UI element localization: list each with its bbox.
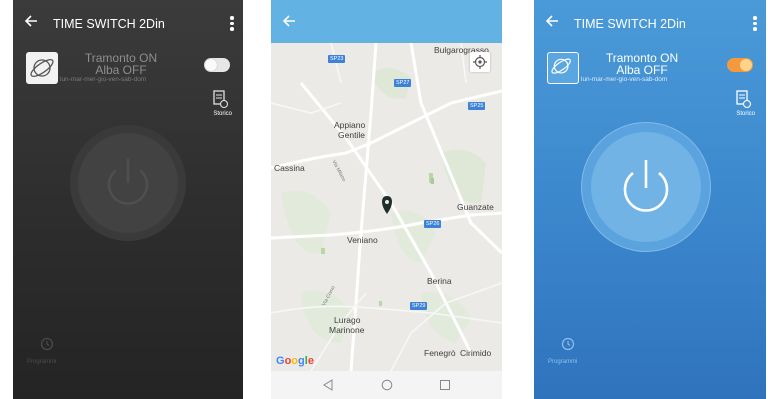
- nav-recents-icon[interactable]: [439, 379, 451, 391]
- map-place-label: Cirimido: [460, 348, 492, 358]
- road-badge: SP23: [328, 55, 346, 63]
- google-logo: Google: [276, 355, 314, 367]
- device-toggle[interactable]: [727, 58, 753, 72]
- crosshair-icon: [473, 55, 487, 69]
- history-label: Storico: [736, 111, 755, 117]
- back-arrow-icon[interactable]: [279, 11, 299, 31]
- map-place-label: Appiano: [334, 120, 366, 130]
- map-place-label: Guanzate: [457, 202, 494, 212]
- history-icon[interactable]: [731, 88, 755, 110]
- map-place-label: Fenegrò: [424, 348, 456, 358]
- road-badge: SP25: [468, 102, 486, 110]
- nav-home-icon[interactable]: [381, 379, 393, 391]
- more-options-icon[interactable]: [753, 16, 757, 33]
- power-icon: [623, 160, 669, 212]
- map-app-bar: [271, 0, 502, 43]
- map-place-label: Marinone: [329, 325, 365, 335]
- app-bar: TIME SWITCH 2Din: [13, 0, 243, 42]
- map-place-label: Berina: [427, 276, 452, 286]
- my-location-button[interactable]: [470, 52, 490, 72]
- app-title: TIME SWITCH 2Din: [574, 17, 686, 31]
- phone-screen-map: Bulgarograsso Appiano Gentile Cassina Gu…: [271, 0, 502, 399]
- road-badge: SP26: [424, 220, 442, 228]
- phone-screen-off: TIME SWITCH 2Din Tramonto ON Alba OFF lu…: [13, 0, 243, 399]
- device-status-line2: Alba OFF: [95, 63, 147, 77]
- road-badge: SP29: [410, 302, 428, 310]
- power-icon: [107, 159, 149, 205]
- map-place-label: Veniano: [347, 235, 378, 245]
- phone-screen-on: TIME SWITCH 2Din Tramonto ON Alba OFF lu…: [534, 0, 766, 399]
- device-planet-icon: [26, 52, 58, 84]
- map-place-label: Cassina: [274, 163, 305, 173]
- device-days: lun-mar-mer-gio-ven-sab-dom: [581, 76, 668, 83]
- clock-icon[interactable]: [561, 337, 575, 351]
- programs-label: Programmi: [548, 359, 578, 365]
- back-arrow-icon[interactable]: [542, 11, 562, 31]
- device-planet-icon: [547, 52, 579, 84]
- back-arrow-icon[interactable]: [21, 11, 41, 31]
- app-title: TIME SWITCH 2Din: [53, 17, 165, 31]
- clock-icon[interactable]: [40, 337, 54, 351]
- map-place-label: Lurago: [334, 315, 361, 325]
- power-button[interactable]: [78, 133, 178, 233]
- power-button[interactable]: [591, 132, 701, 242]
- nav-back-icon[interactable]: [322, 379, 334, 391]
- android-nav-bar: [271, 371, 502, 399]
- road-badge: SP27: [394, 79, 412, 87]
- app-bar: TIME SWITCH 2Din: [534, 0, 766, 42]
- device-days: lun-mar-mer-gio-ven-sab-dom: [60, 76, 147, 83]
- device-status-line2: Alba OFF: [616, 63, 668, 77]
- history-icon[interactable]: [208, 88, 232, 110]
- history-label: Storico: [213, 111, 232, 117]
- more-options-icon[interactable]: [230, 16, 234, 33]
- map-place-label: Gentile: [338, 130, 365, 140]
- programs-label: Programmi: [27, 359, 57, 365]
- device-toggle[interactable]: [204, 58, 230, 72]
